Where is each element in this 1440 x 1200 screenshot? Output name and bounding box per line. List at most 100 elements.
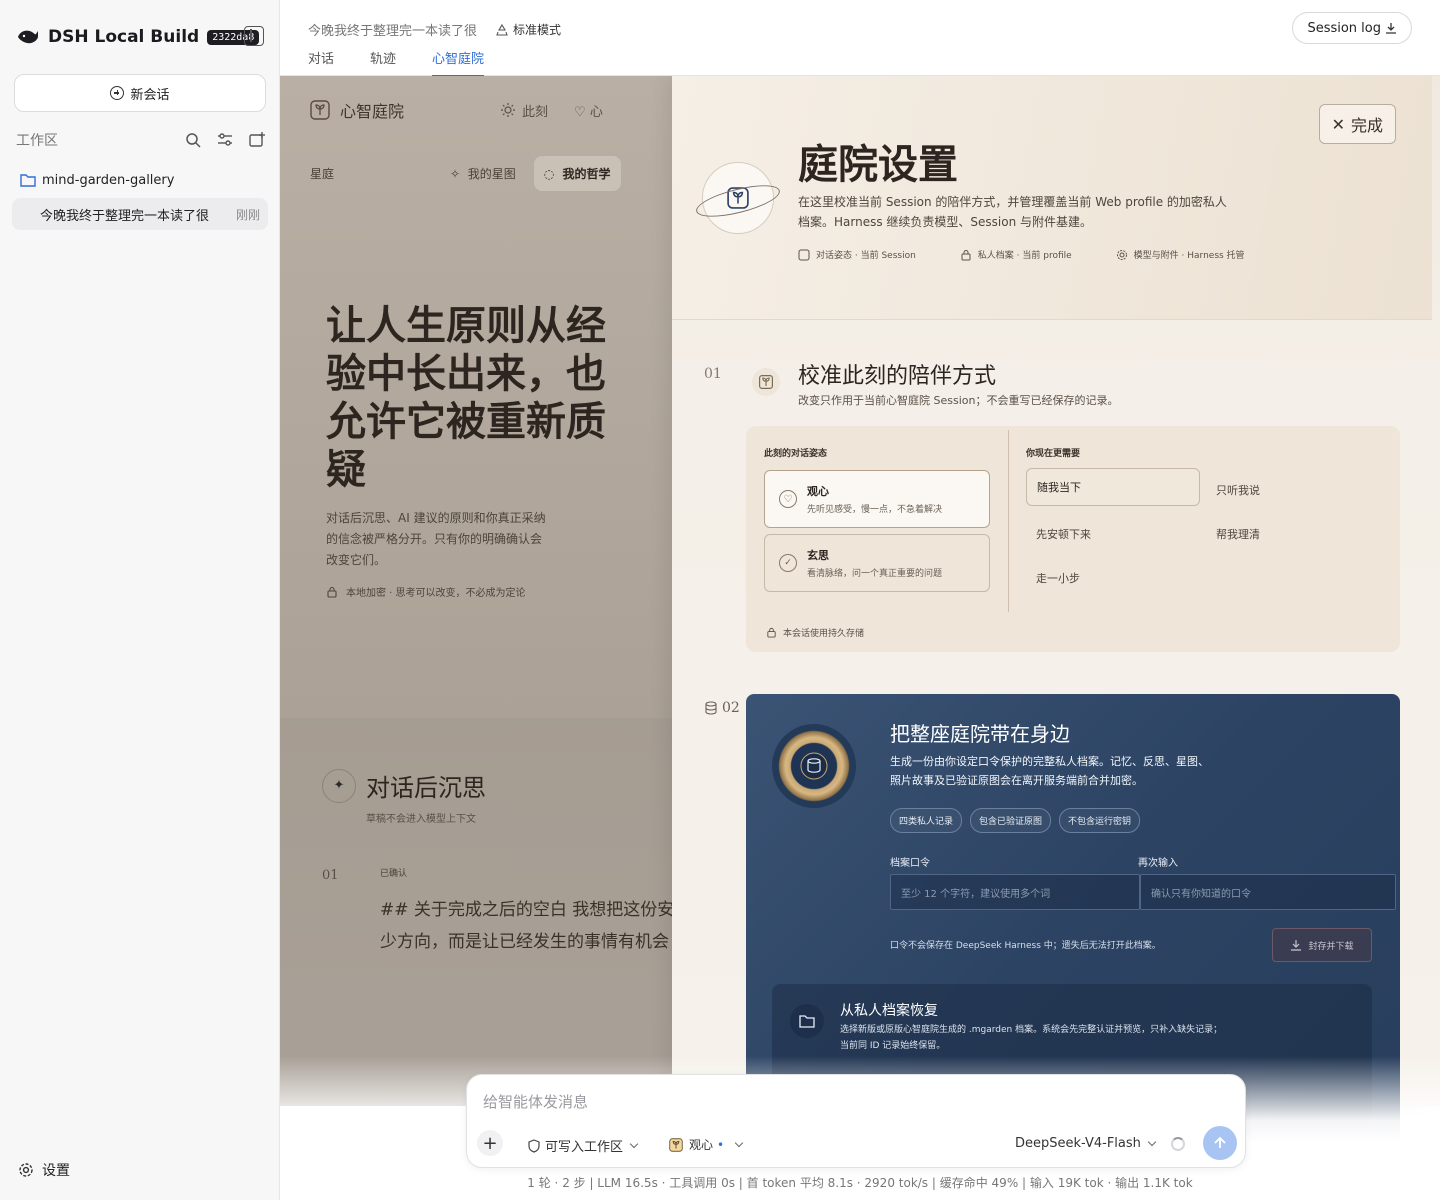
passphrase-label: 档案口令 [890,858,930,869]
tab-chat[interactable]: 对话 [308,48,334,77]
done-label: 完成 [1350,116,1383,135]
new-chat-button[interactable]: 新会话 [14,74,266,112]
section2-number-label: 02 [722,700,740,716]
app-name: DSH Local Build [48,27,200,47]
tab-trace[interactable]: 轨迹 [370,48,396,77]
sidebar-toggle-icon[interactable] [244,26,264,46]
shield-check-icon: ✓ [779,554,797,572]
meta-profile: 私人档案 · 当前 profile [960,248,1094,261]
repeat-label: 再次输入 [1138,858,1178,869]
stance-observe-sub: 先听见感受，慢一点，不急着解决 [807,505,943,515]
conversation-title: 今晚我终于整理完一本读了很 [308,24,478,39]
message-input[interactable]: 给智能体发消息 [483,1091,588,1112]
archive-coin-icon [772,724,856,808]
gear-icon [19,1163,33,1177]
search-icon[interactable] [184,131,202,149]
loading-spinner-icon [1171,1137,1185,1151]
attach-plus-button[interactable]: + [477,1130,503,1156]
filter-icon[interactable] [216,131,234,149]
needs-label: 你现在更需要 [1026,449,1081,459]
send-button[interactable] [1203,1126,1237,1160]
workspace-header: 工作区 [16,130,266,150]
meta-harness: 模型与附件 · Harness 托管 [1116,248,1267,261]
settings-label: 设置 [42,1163,70,1179]
archive-chips: 四类私人记录 包含已验证原图 不包含运行密钥 [890,808,1148,833]
entry-status: 已确认 [380,869,408,879]
panel-description: 在这里校准当前 Session 的陪伴方式，并管理覆盖当前 Web profil… [798,195,1227,229]
nav-now[interactable]: 此刻 [500,101,548,120]
status-dot-icon: • [717,1137,725,1152]
mode-select[interactable]: 观心 • [669,1136,744,1153]
gallery-brand: 心智庭院 [340,102,405,121]
message-composer: 给智能体发消息 + 可写入工作区 观心 • DeepSeek-V4-Flash [466,1074,1246,1168]
model-select[interactable]: DeepSeek-V4-Flash [1015,1136,1157,1151]
session-log-button[interactable]: Session log [1292,12,1412,44]
stance-option-contemplate[interactable]: ✓ 玄思 看清脉络，问一个真正重要的问题 [764,534,990,592]
panel-title: 庭院设置 [798,141,958,188]
sprout-icon [669,1137,683,1152]
subnav-philosophy[interactable]: ◌ 我的哲学 [533,156,621,191]
chevron-down-icon [629,1139,639,1148]
main-canvas: 心智庭院 此刻 ♡ 心 星庭 ✧ 我的星图 ◌ 我的哲学 让人生原则从经验中长出… [280,76,1440,1200]
need-option-settle[interactable]: 先安顿下来 [1036,526,1091,542]
stance-option-observe[interactable]: ♡ 观心 先听见感受，慢一点，不急着解决 [764,470,990,528]
section1-subtitle: 改变只作用于当前心智庭院 Session；不会重写已经保存的记录。 [798,394,1119,407]
archive-title: 把整座庭院带在身边 [890,722,1070,746]
need-option-clarify[interactable]: 帮我理清 [1216,526,1260,542]
need-option-follow[interactable]: 随我当下 [1026,468,1200,506]
whale-logo-icon [18,30,38,44]
panel-hero: 庭院设置 在这里校准当前 Session 的陪伴方式，并管理覆盖当前 Web p… [672,76,1432,320]
need-option-listen[interactable]: 只听我说 [1216,482,1260,498]
gear-icon [1116,249,1127,260]
plus-circle-icon [110,86,125,100]
workspace-permission-label: 可写入工作区 [545,1140,624,1155]
sun-icon [501,103,516,117]
chevron-down-icon [1147,1137,1157,1146]
tab-mind-garden[interactable]: 心智庭院 [432,48,485,77]
repeat-passphrase-input[interactable]: 确认只有你知道的口令 [1140,874,1396,910]
session-item[interactable]: 今晚我终于整理完一本读了很 刚刚 [12,198,268,230]
add-folder-icon[interactable] [248,131,266,149]
stance-label: 此刻的对话姿态 [764,449,828,459]
recycle-icon [496,23,508,36]
workspace-permission-select[interactable]: 可写入工作区 [527,1136,639,1155]
passphrase-input[interactable]: 至少 12 个字符，建议使用多个词 [890,874,1140,910]
lock-note-label: 本地加密 · 思考可以改变，不必成为定论 [346,588,526,599]
settings-button[interactable]: 设置 [18,1160,70,1180]
nav-heart[interactable]: ♡ 心 [574,101,603,120]
workspace-folder[interactable]: mind-garden-gallery [20,170,174,190]
brand[interactable]: DSH Local Build 2322da8 [16,24,260,50]
stance-observe-label: 观心 [807,485,829,498]
subnav-star-map[interactable]: ✧ 我的星图 [450,165,516,182]
download-icon [1386,23,1396,34]
tab-bar: 对话 轨迹 心智庭院 [308,48,520,77]
nav-now-label: 此刻 [522,104,549,120]
mode-indicator[interactable]: 标准模式 [495,21,561,38]
seal-download-button[interactable]: 封存并下载 [1272,928,1372,962]
database-icon [705,701,717,715]
section2-number: 02 [704,700,740,716]
panel-meta: 对话姿态 · 当前 Session 私人档案 · 当前 profile 模型与附… [798,248,1289,261]
lock-icon [961,249,971,260]
session-log-label: Session log [1307,20,1381,36]
meta-session: 对话姿态 · 当前 Session [798,248,938,261]
archive-description: 生成一份由你设定口令保护的完整私人档案。记忆、反思、星图、照片故事及已验证原图会… [890,755,1209,787]
lock-icon [767,627,776,638]
meta-session-label: 对话姿态 · 当前 Session [816,251,916,261]
stance-contemplate-sub: 看清脉络，问一个真正重要的问题 [807,569,943,579]
gallery-subnav: 星庭 ✧ 我的星图 ◌ 我的哲学 [310,156,680,191]
download-icon [1291,940,1302,951]
section1-title: 校准此刻的陪伴方式 [798,364,997,389]
chip-originals: 包含已验证原图 [970,808,1052,833]
storage-note: 本会话使用持久存储 [766,626,864,639]
restore-description: 选择新版或原版心智庭院生成的 .mgarden 档案。系统会先完整认证并预览，只… [840,1025,1223,1051]
close-icon: ✕ [1331,114,1345,134]
done-button[interactable]: ✕ 完成 [1318,104,1396,144]
companion-card: 此刻的对话姿态 ♡ 观心 先听见感受，慢一点，不急着解决 ✓ 玄思 看清脉络，问… [746,426,1400,652]
chip-records: 四类私人记录 [890,808,963,833]
sidebar: DSH Local Build 2322da8 新会话 工作区 mind-gar… [0,0,280,1200]
folder-name: mind-garden-gallery [42,172,175,188]
need-option-step[interactable]: 走一小步 [1036,570,1080,586]
sprout-icon [798,249,810,260]
reflection-title: 对话后沉思 [366,774,486,802]
